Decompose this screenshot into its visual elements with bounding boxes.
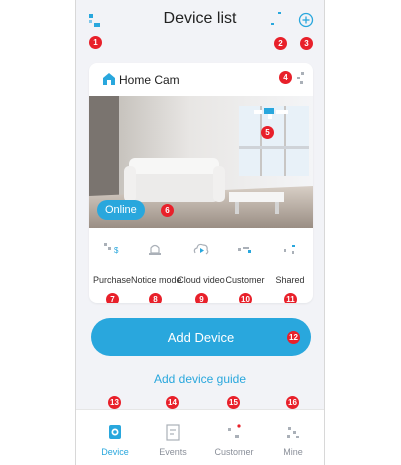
tab-mine[interactable]: 16 Mine <box>262 396 324 465</box>
badge-15: 15 <box>227 396 240 409</box>
badge-6: 6 <box>161 204 174 217</box>
settings-icon[interactable] <box>294 71 306 85</box>
tab-events[interactable]: 14 Events <box>142 396 204 465</box>
badge-5: 5 <box>261 126 274 139</box>
cloud-video-button[interactable]: Cloud video 9 <box>177 239 225 303</box>
badge-4: 4 <box>279 71 292 84</box>
badge-12: 12 <box>287 331 300 344</box>
badge-1: 1 <box>89 36 102 49</box>
badge-2: 2 <box>274 37 287 50</box>
purchase-icon: $ <box>104 243 119 255</box>
tab-mine-label: Mine <box>283 447 303 457</box>
camera-device-icon <box>103 73 115 85</box>
badge-3: 3 <box>300 37 313 50</box>
cloud-video-label: Cloud video <box>177 275 225 285</box>
events-icon <box>166 424 180 441</box>
tab-events-label: Events <box>159 447 187 457</box>
badge-11: 11 <box>284 293 297 303</box>
notice-mode-label: Notice mode <box>131 275 182 285</box>
mine-icon <box>287 427 299 438</box>
status-badge: Online <box>97 200 145 220</box>
page-title: Device list <box>163 10 237 27</box>
share-icon <box>284 245 295 254</box>
notice-mode-button[interactable]: Notice mode 8 <box>131 239 182 303</box>
device-icon <box>109 425 121 439</box>
device-name: Home Cam <box>119 73 180 87</box>
cloud-video-icon <box>193 243 209 255</box>
tab-device-label: Device <box>101 447 129 457</box>
tab-customer[interactable]: 15 Customer <box>203 396 265 465</box>
add-device-button[interactable]: Add Device <box>91 318 311 356</box>
layout-toggle-icon[interactable] <box>270 11 284 27</box>
shared-label: Shared <box>275 275 305 285</box>
tab-device[interactable]: 13 Device <box>84 396 146 465</box>
feature-row: $ Purchase 7 Notice mode 8 Cloud video 9… <box>89 239 313 303</box>
camera-preview[interactable]: 5 Online 6 <box>89 96 313 228</box>
svg-text:$: $ <box>114 246 119 255</box>
add-device-guide-link[interactable]: Add device guide <box>76 372 324 386</box>
purchase-button[interactable]: $ Purchase 7 <box>89 239 136 303</box>
shared-button[interactable]: Shared 11 <box>266 239 313 303</box>
badge-9: 9 <box>195 293 208 303</box>
app-screen: 1 Device list 2 3 Home Cam 4 5 Online 6 … <box>75 0 325 465</box>
badge-7: 7 <box>106 293 119 303</box>
badge-8: 8 <box>149 293 162 303</box>
add-icon[interactable] <box>298 12 314 28</box>
tab-bar: 13 Device 14 Events 15 Customer 16 Mine <box>76 396 324 465</box>
top-bar: 1 Device list 2 3 <box>76 0 324 55</box>
badge-14: 14 <box>166 396 179 409</box>
customer-button[interactable]: Customer 10 <box>221 239 269 303</box>
customer-icon <box>228 424 241 438</box>
hd-quality-icon[interactable] <box>254 108 290 120</box>
purchase-label: Purchase <box>92 275 132 285</box>
device-card[interactable]: Home Cam 4 5 Online 6 $ Purchase 7 Notic… <box>89 63 313 303</box>
add-device-label: Add Device <box>167 330 235 345</box>
badge-13: 13 <box>108 396 121 409</box>
badge-16: 16 <box>286 396 299 409</box>
notice-mode-icon <box>149 244 161 255</box>
badge-10: 10 <box>239 293 252 303</box>
customer-label: Customer <box>225 275 265 285</box>
tab-customer-label: Customer <box>214 447 254 457</box>
customer-service-icon <box>238 247 251 253</box>
